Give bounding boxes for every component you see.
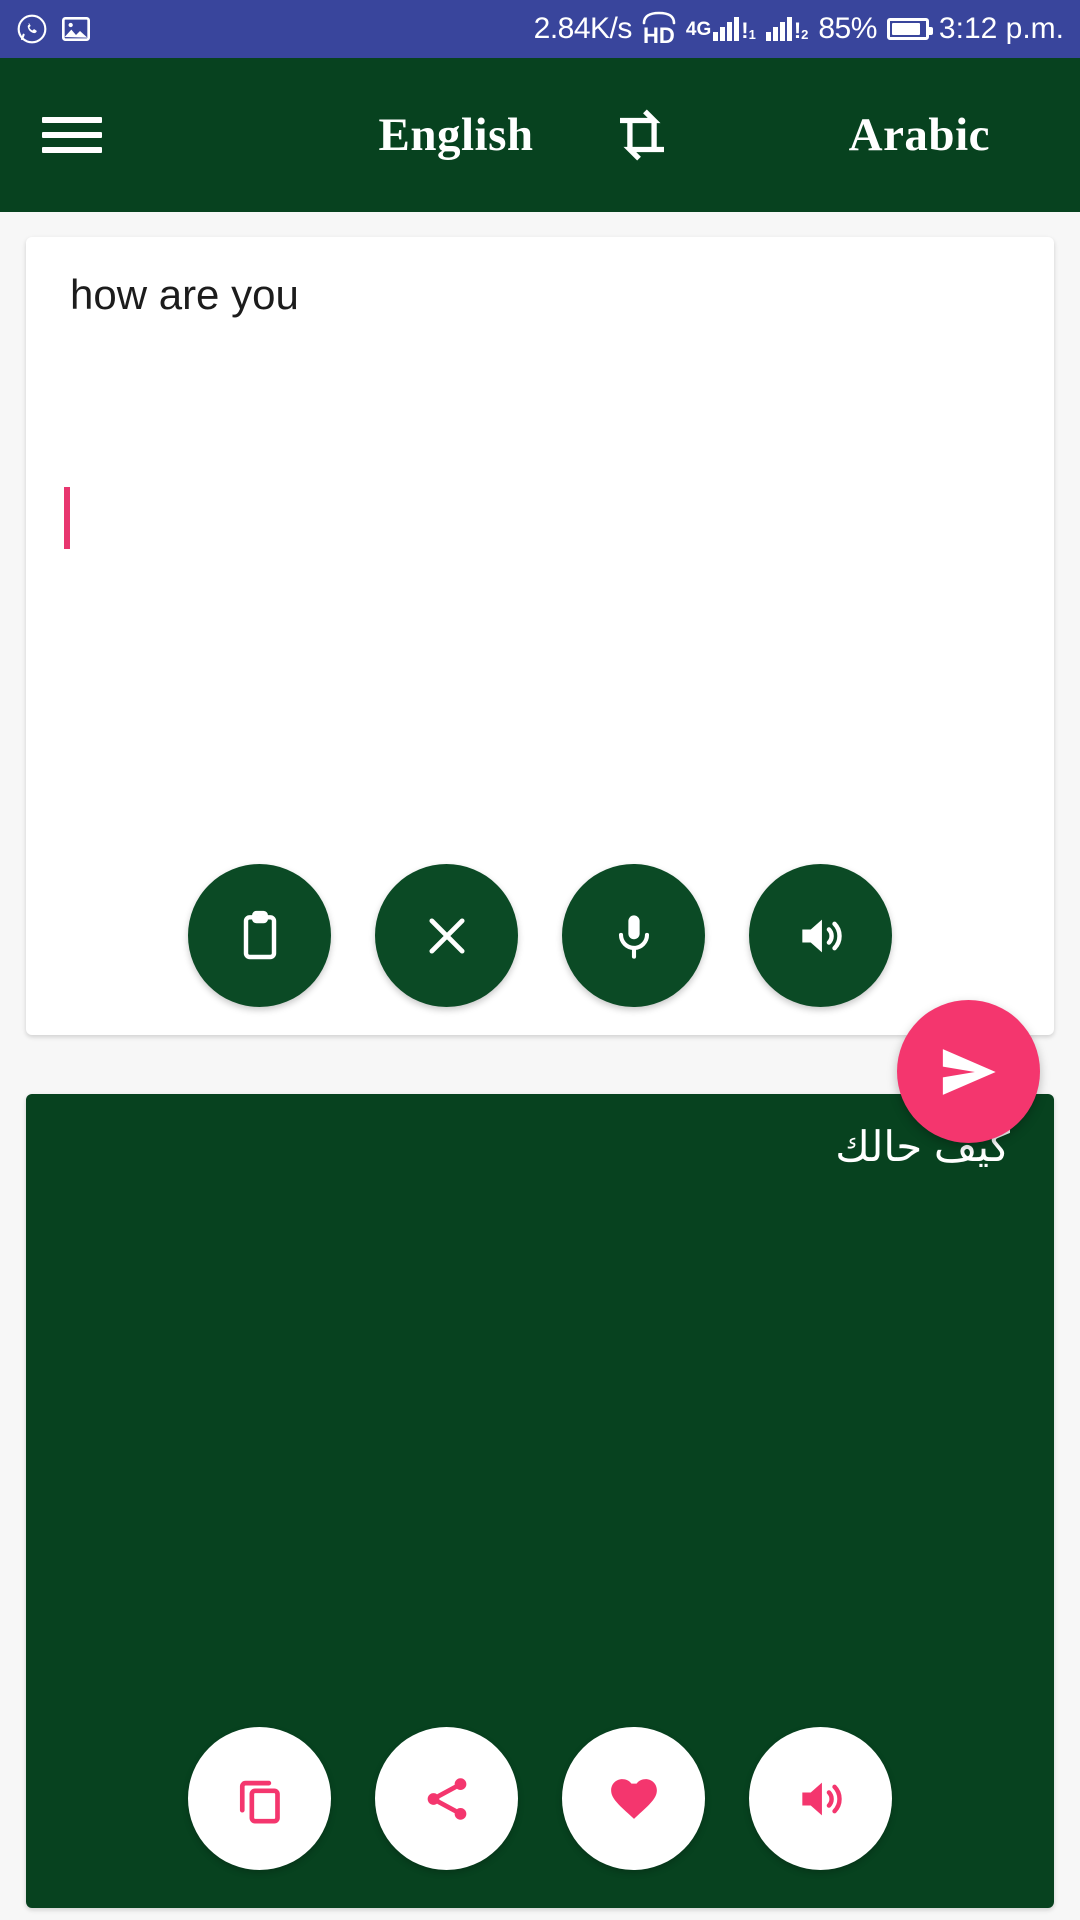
- app-bar: English Arabic: [0, 58, 1080, 212]
- speak-source-button[interactable]: [749, 864, 892, 1007]
- speak-target-button[interactable]: [749, 1727, 892, 1870]
- speaker-icon: [793, 908, 849, 964]
- status-bar-notifications: [16, 13, 92, 45]
- battery-percent: 85%: [818, 12, 877, 45]
- network-speed: 2.84K/s: [533, 12, 633, 45]
- source-text-card: how are you: [26, 237, 1054, 1035]
- clear-button[interactable]: [375, 864, 518, 1007]
- image-icon: [60, 13, 92, 45]
- sim1-indicator: !1: [741, 18, 756, 44]
- status-bar: 2.84K/s HD 4G !1 !2 85% 3:12 p.m.: [0, 0, 1080, 58]
- clipboard-icon: [232, 908, 288, 964]
- translation-result-card: كيف حالك: [26, 1094, 1054, 1908]
- signal-icon-sim1: 4G !1: [685, 17, 756, 44]
- battery-icon: [886, 18, 933, 40]
- source-language-label[interactable]: English: [0, 108, 996, 162]
- microphone-icon: [608, 908, 660, 964]
- copy-icon: [232, 1771, 288, 1827]
- source-text-input[interactable]: how are you: [70, 269, 1014, 322]
- send-icon: [937, 1040, 1001, 1104]
- swap-languages-icon[interactable]: [612, 106, 672, 164]
- sim2-label: 2: [801, 27, 809, 43]
- signal-icon-sim2: !2: [765, 17, 809, 44]
- copy-button[interactable]: [188, 1727, 331, 1870]
- translate-send-button[interactable]: [897, 1000, 1040, 1143]
- status-bar-indicators: 2.84K/s HD 4G !1 !2 85% 3:12 p.m.: [534, 11, 1064, 47]
- result-action-row: [26, 1727, 1054, 1870]
- sim2-indicator: !2: [793, 18, 809, 44]
- heart-icon: [606, 1771, 662, 1827]
- share-icon: [420, 1772, 474, 1826]
- paste-button[interactable]: [188, 864, 331, 1007]
- whatsapp-icon: [16, 13, 48, 45]
- network-type-label: 4G: [685, 19, 712, 40]
- speaker-icon: [793, 1771, 849, 1827]
- sim1-label: 1: [748, 27, 756, 43]
- signal-bars-1: [713, 17, 740, 41]
- hd-call-icon: HD: [642, 11, 676, 47]
- clock: 3:12 p.m.: [938, 12, 1064, 45]
- share-button[interactable]: [375, 1727, 518, 1870]
- signal-bars-2: [765, 17, 792, 41]
- voice-input-button[interactable]: [562, 864, 705, 1007]
- hd-label: HD: [643, 23, 675, 48]
- target-language-label[interactable]: Arabic: [849, 108, 990, 162]
- translated-text: كيف حالك: [835, 1123, 1010, 1170]
- close-icon: [421, 910, 473, 962]
- source-action-row: [26, 864, 1054, 1007]
- text-cursor: [64, 487, 70, 549]
- app-screen: 2.84K/s HD 4G !1 !2 85% 3:12 p.m. Englis…: [0, 0, 1080, 1920]
- favorite-button[interactable]: [562, 1727, 705, 1870]
